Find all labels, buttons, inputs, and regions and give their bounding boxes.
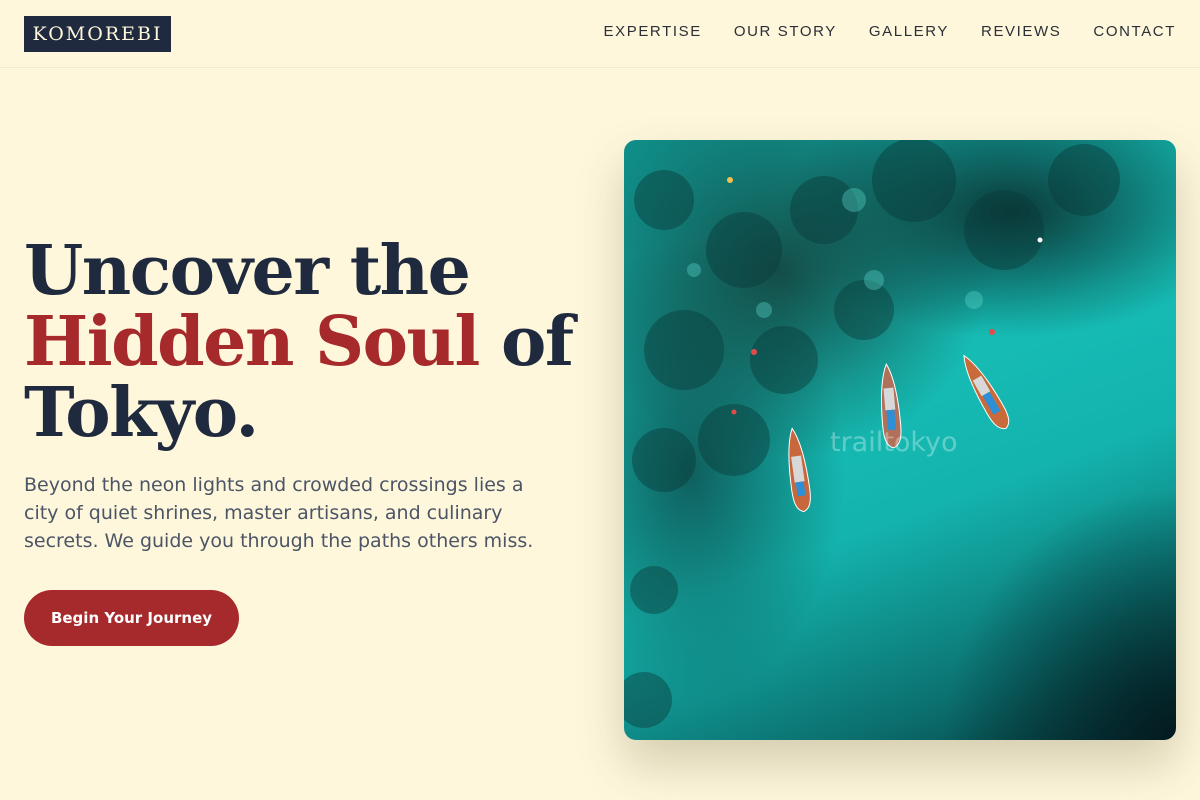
nav-link-contact[interactable]: CONTACT: [1093, 22, 1176, 42]
begin-journey-button[interactable]: Begin Your Journey: [24, 590, 239, 646]
image-watermark: trailtokyo: [830, 427, 958, 458]
hero-lead-paragraph: Beyond the neon lights and crowded cross…: [24, 474, 534, 552]
nav-link-reviews[interactable]: REVIEWS: [981, 22, 1061, 42]
brand-logo[interactable]: KOMOREBI: [24, 16, 171, 52]
nav-link-our-story[interactable]: OUR STORY: [734, 22, 837, 42]
main-nav: EXPERTISE OUR STORY GALLERY REVIEWS CONT…: [604, 22, 1176, 42]
hero-copy: Uncover the Hidden Soul of Tokyo. Beyond…: [24, 236, 584, 555]
page: KOMOREBI EXPERTISE OUR STORY GALLERY REV…: [0, 0, 1200, 800]
hero-image-aerial-boats: trailtokyo: [624, 140, 1176, 740]
longtail-boat-left: [788, 427, 811, 513]
headline-line-3: Tokyo.: [24, 373, 259, 453]
site-header: KOMOREBI EXPERTISE OUR STORY GALLERY REV…: [0, 0, 1200, 68]
nav-link-expertise[interactable]: EXPERTISE: [604, 22, 702, 42]
headline-accent: Hidden Soul: [24, 302, 480, 382]
headline-line-1: Uncover the: [24, 231, 471, 311]
hero-headline: Uncover the Hidden Soul of Tokyo.: [24, 236, 584, 449]
headline-of: of: [500, 302, 574, 382]
longtail-boat-right: [963, 354, 1010, 430]
nav-link-gallery[interactable]: GALLERY: [869, 22, 949, 42]
